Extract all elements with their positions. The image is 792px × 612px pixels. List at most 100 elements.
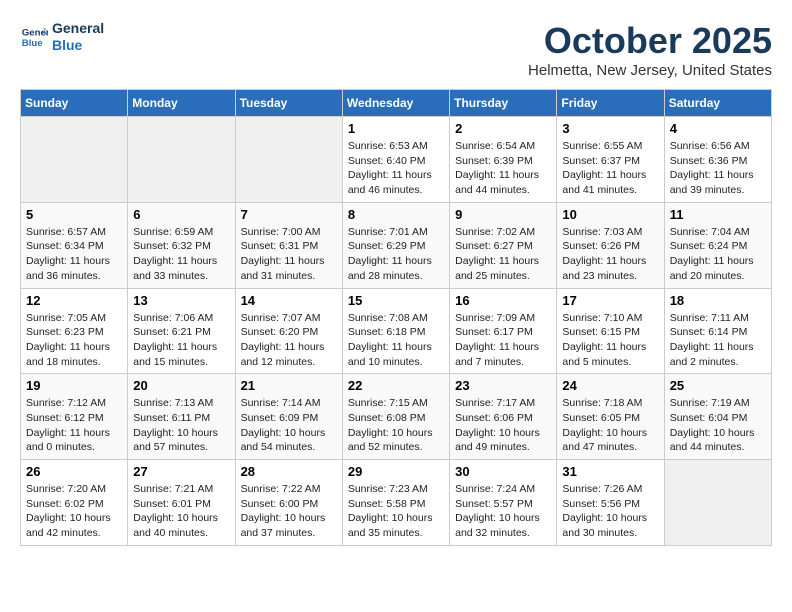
day-number: 17 [562,293,658,308]
day-info: Sunrise: 7:23 AM Sunset: 5:58 PM Dayligh… [348,482,444,541]
logo-icon: General Blue [20,23,48,51]
day-info: Sunrise: 7:26 AM Sunset: 5:56 PM Dayligh… [562,482,658,541]
day-number: 9 [455,207,551,222]
weekday-header-thursday: Thursday [450,90,557,117]
calendar-cell: 22 Sunrise: 7:15 AM Sunset: 6:08 PM Dayli… [342,374,449,460]
day-number: 12 [26,293,122,308]
day-number: 20 [133,378,229,393]
day-info: Sunrise: 7:02 AM Sunset: 6:27 PM Dayligh… [455,225,551,284]
day-info: Sunrise: 7:07 AM Sunset: 6:20 PM Dayligh… [241,311,337,370]
day-info: Sunrise: 6:59 AM Sunset: 6:32 PM Dayligh… [133,225,229,284]
day-info: Sunrise: 6:53 AM Sunset: 6:40 PM Dayligh… [348,139,444,198]
month-title: October 2025 [528,20,772,62]
calendar-cell: 11Sunrise: 7:04 AM Sunset: 6:24 PM Dayli… [664,202,771,288]
day-info: Sunrise: 7:04 AM Sunset: 6:24 PM Dayligh… [670,225,766,284]
day-info: Sunrise: 7:05 AM Sunset: 6:23 PM Dayligh… [26,311,122,370]
day-info: Sunrise: 7:10 AM Sunset: 6:15 PM Dayligh… [562,311,658,370]
calendar-cell: 12 Sunrise: 7:05 AM Sunset: 6:23 PM Dayli… [21,288,128,374]
calendar-cell: 9 Sunrise: 7:02 AM Sunset: 6:27 PM Daylig… [450,202,557,288]
calendar-cell: 3 Sunrise: 6:55 AM Sunset: 6:37 PM Daylig… [557,117,664,203]
day-number: 13 [133,293,229,308]
page-header: General Blue General Blue October 2025 H… [20,20,772,79]
calendar-cell: 1 Sunrise: 6:53 AM Sunset: 6:40 PM Daylig… [342,117,449,203]
calendar-cell: 29 Sunrise: 7:23 AM Sunset: 5:58 PM Dayli… [342,460,449,546]
calendar-cell: 15Sunrise: 7:08 AM Sunset: 6:18 PM Dayli… [342,288,449,374]
day-info: Sunrise: 7:01 AM Sunset: 6:29 PM Dayligh… [348,225,444,284]
calendar-cell: 30 Sunrise: 7:24 AM Sunset: 5:57 PM Dayli… [450,460,557,546]
day-info: Sunrise: 7:21 AM Sunset: 6:01 PM Dayligh… [133,482,229,541]
day-info: Sunrise: 6:56 AM Sunset: 6:36 PM Dayligh… [670,139,766,198]
calendar-cell: 18 Sunrise: 7:11 AM Sunset: 6:14 PM Dayli… [664,288,771,374]
day-number: 16 [455,293,551,308]
day-number: 6 [133,207,229,222]
title-area: October 2025 Helmetta, New Jersey, Unite… [528,20,772,79]
calendar-cell: 23 Sunrise: 7:17 AM Sunset: 6:06 PM Dayli… [450,374,557,460]
calendar-cell: 24 Sunrise: 7:18 AM Sunset: 6:05 PM Dayli… [557,374,664,460]
logo-text-blue: Blue [52,37,104,54]
calendar-cell: 20 Sunrise: 7:13 AM Sunset: 6:11 PM Dayli… [128,374,235,460]
calendar-cell: 21 Sunrise: 7:14 AM Sunset: 6:09 PM Dayli… [235,374,342,460]
weekday-header-wednesday: Wednesday [342,90,449,117]
day-number: 5 [26,207,122,222]
logo-text-general: General [52,20,104,37]
day-info: Sunrise: 7:24 AM Sunset: 5:57 PM Dayligh… [455,482,551,541]
calendar-cell: 25 Sunrise: 7:19 AM Sunset: 6:04 PM Dayli… [664,374,771,460]
day-info: Sunrise: 7:08 AM Sunset: 6:18 PM Dayligh… [348,311,444,370]
svg-text:Blue: Blue [22,38,43,49]
weekday-header-sunday: Sunday [21,90,128,117]
day-number: 21 [241,378,337,393]
calendar-cell [235,117,342,203]
day-info: Sunrise: 7:20 AM Sunset: 6:02 PM Dayligh… [26,482,122,541]
calendar-cell: 2 Sunrise: 6:54 AM Sunset: 6:39 PM Daylig… [450,117,557,203]
location: Helmetta, New Jersey, United States [528,62,772,79]
day-info: Sunrise: 7:18 AM Sunset: 6:05 PM Dayligh… [562,396,658,455]
weekday-header-tuesday: Tuesday [235,90,342,117]
calendar-cell: 31Sunrise: 7:26 AM Sunset: 5:56 PM Dayli… [557,460,664,546]
calendar-cell: 8 Sunrise: 7:01 AM Sunset: 6:29 PM Daylig… [342,202,449,288]
calendar-cell: 13Sunrise: 7:06 AM Sunset: 6:21 PM Dayli… [128,288,235,374]
day-number: 1 [348,121,444,136]
day-number: 30 [455,464,551,479]
day-number: 4 [670,121,766,136]
weekday-header-friday: Friday [557,90,664,117]
day-info: Sunrise: 7:19 AM Sunset: 6:04 PM Dayligh… [670,396,766,455]
day-info: Sunrise: 6:55 AM Sunset: 6:37 PM Dayligh… [562,139,658,198]
calendar-cell: 19 Sunrise: 7:12 AM Sunset: 6:12 PM Dayli… [21,374,128,460]
calendar-cell [664,460,771,546]
day-info: Sunrise: 6:54 AM Sunset: 6:39 PM Dayligh… [455,139,551,198]
day-info: Sunrise: 7:14 AM Sunset: 6:09 PM Dayligh… [241,396,337,455]
day-number: 29 [348,464,444,479]
day-number: 26 [26,464,122,479]
day-number: 24 [562,378,658,393]
day-number: 3 [562,121,658,136]
day-info: Sunrise: 7:09 AM Sunset: 6:17 PM Dayligh… [455,311,551,370]
calendar-cell: 10 Sunrise: 7:03 AM Sunset: 6:26 PM Dayli… [557,202,664,288]
day-info: Sunrise: 7:03 AM Sunset: 6:26 PM Dayligh… [562,225,658,284]
day-number: 25 [670,378,766,393]
day-number: 18 [670,293,766,308]
calendar-cell: 4 Sunrise: 6:56 AM Sunset: 6:36 PM Daylig… [664,117,771,203]
day-number: 8 [348,207,444,222]
day-info: Sunrise: 6:57 AM Sunset: 6:34 PM Dayligh… [26,225,122,284]
weekday-header-saturday: Saturday [664,90,771,117]
calendar-cell: 7Sunrise: 7:00 AM Sunset: 6:31 PM Daylig… [235,202,342,288]
day-number: 22 [348,378,444,393]
day-number: 23 [455,378,551,393]
day-number: 10 [562,207,658,222]
calendar-table: SundayMondayTuesdayWednesdayThursdayFrid… [20,89,772,546]
day-number: 28 [241,464,337,479]
day-info: Sunrise: 7:00 AM Sunset: 6:31 PM Dayligh… [241,225,337,284]
calendar-cell [21,117,128,203]
day-number: 27 [133,464,229,479]
calendar-cell: 17 Sunrise: 7:10 AM Sunset: 6:15 PM Dayli… [557,288,664,374]
day-info: Sunrise: 7:17 AM Sunset: 6:06 PM Dayligh… [455,396,551,455]
calendar-cell: 16 Sunrise: 7:09 AM Sunset: 6:17 PM Dayli… [450,288,557,374]
day-info: Sunrise: 7:13 AM Sunset: 6:11 PM Dayligh… [133,396,229,455]
day-number: 19 [26,378,122,393]
day-info: Sunrise: 7:11 AM Sunset: 6:14 PM Dayligh… [670,311,766,370]
day-info: Sunrise: 7:12 AM Sunset: 6:12 PM Dayligh… [26,396,122,455]
calendar-cell: 14Sunrise: 7:07 AM Sunset: 6:20 PM Dayli… [235,288,342,374]
day-info: Sunrise: 7:15 AM Sunset: 6:08 PM Dayligh… [348,396,444,455]
day-number: 2 [455,121,551,136]
calendar-cell: 27 Sunrise: 7:21 AM Sunset: 6:01 PM Dayli… [128,460,235,546]
